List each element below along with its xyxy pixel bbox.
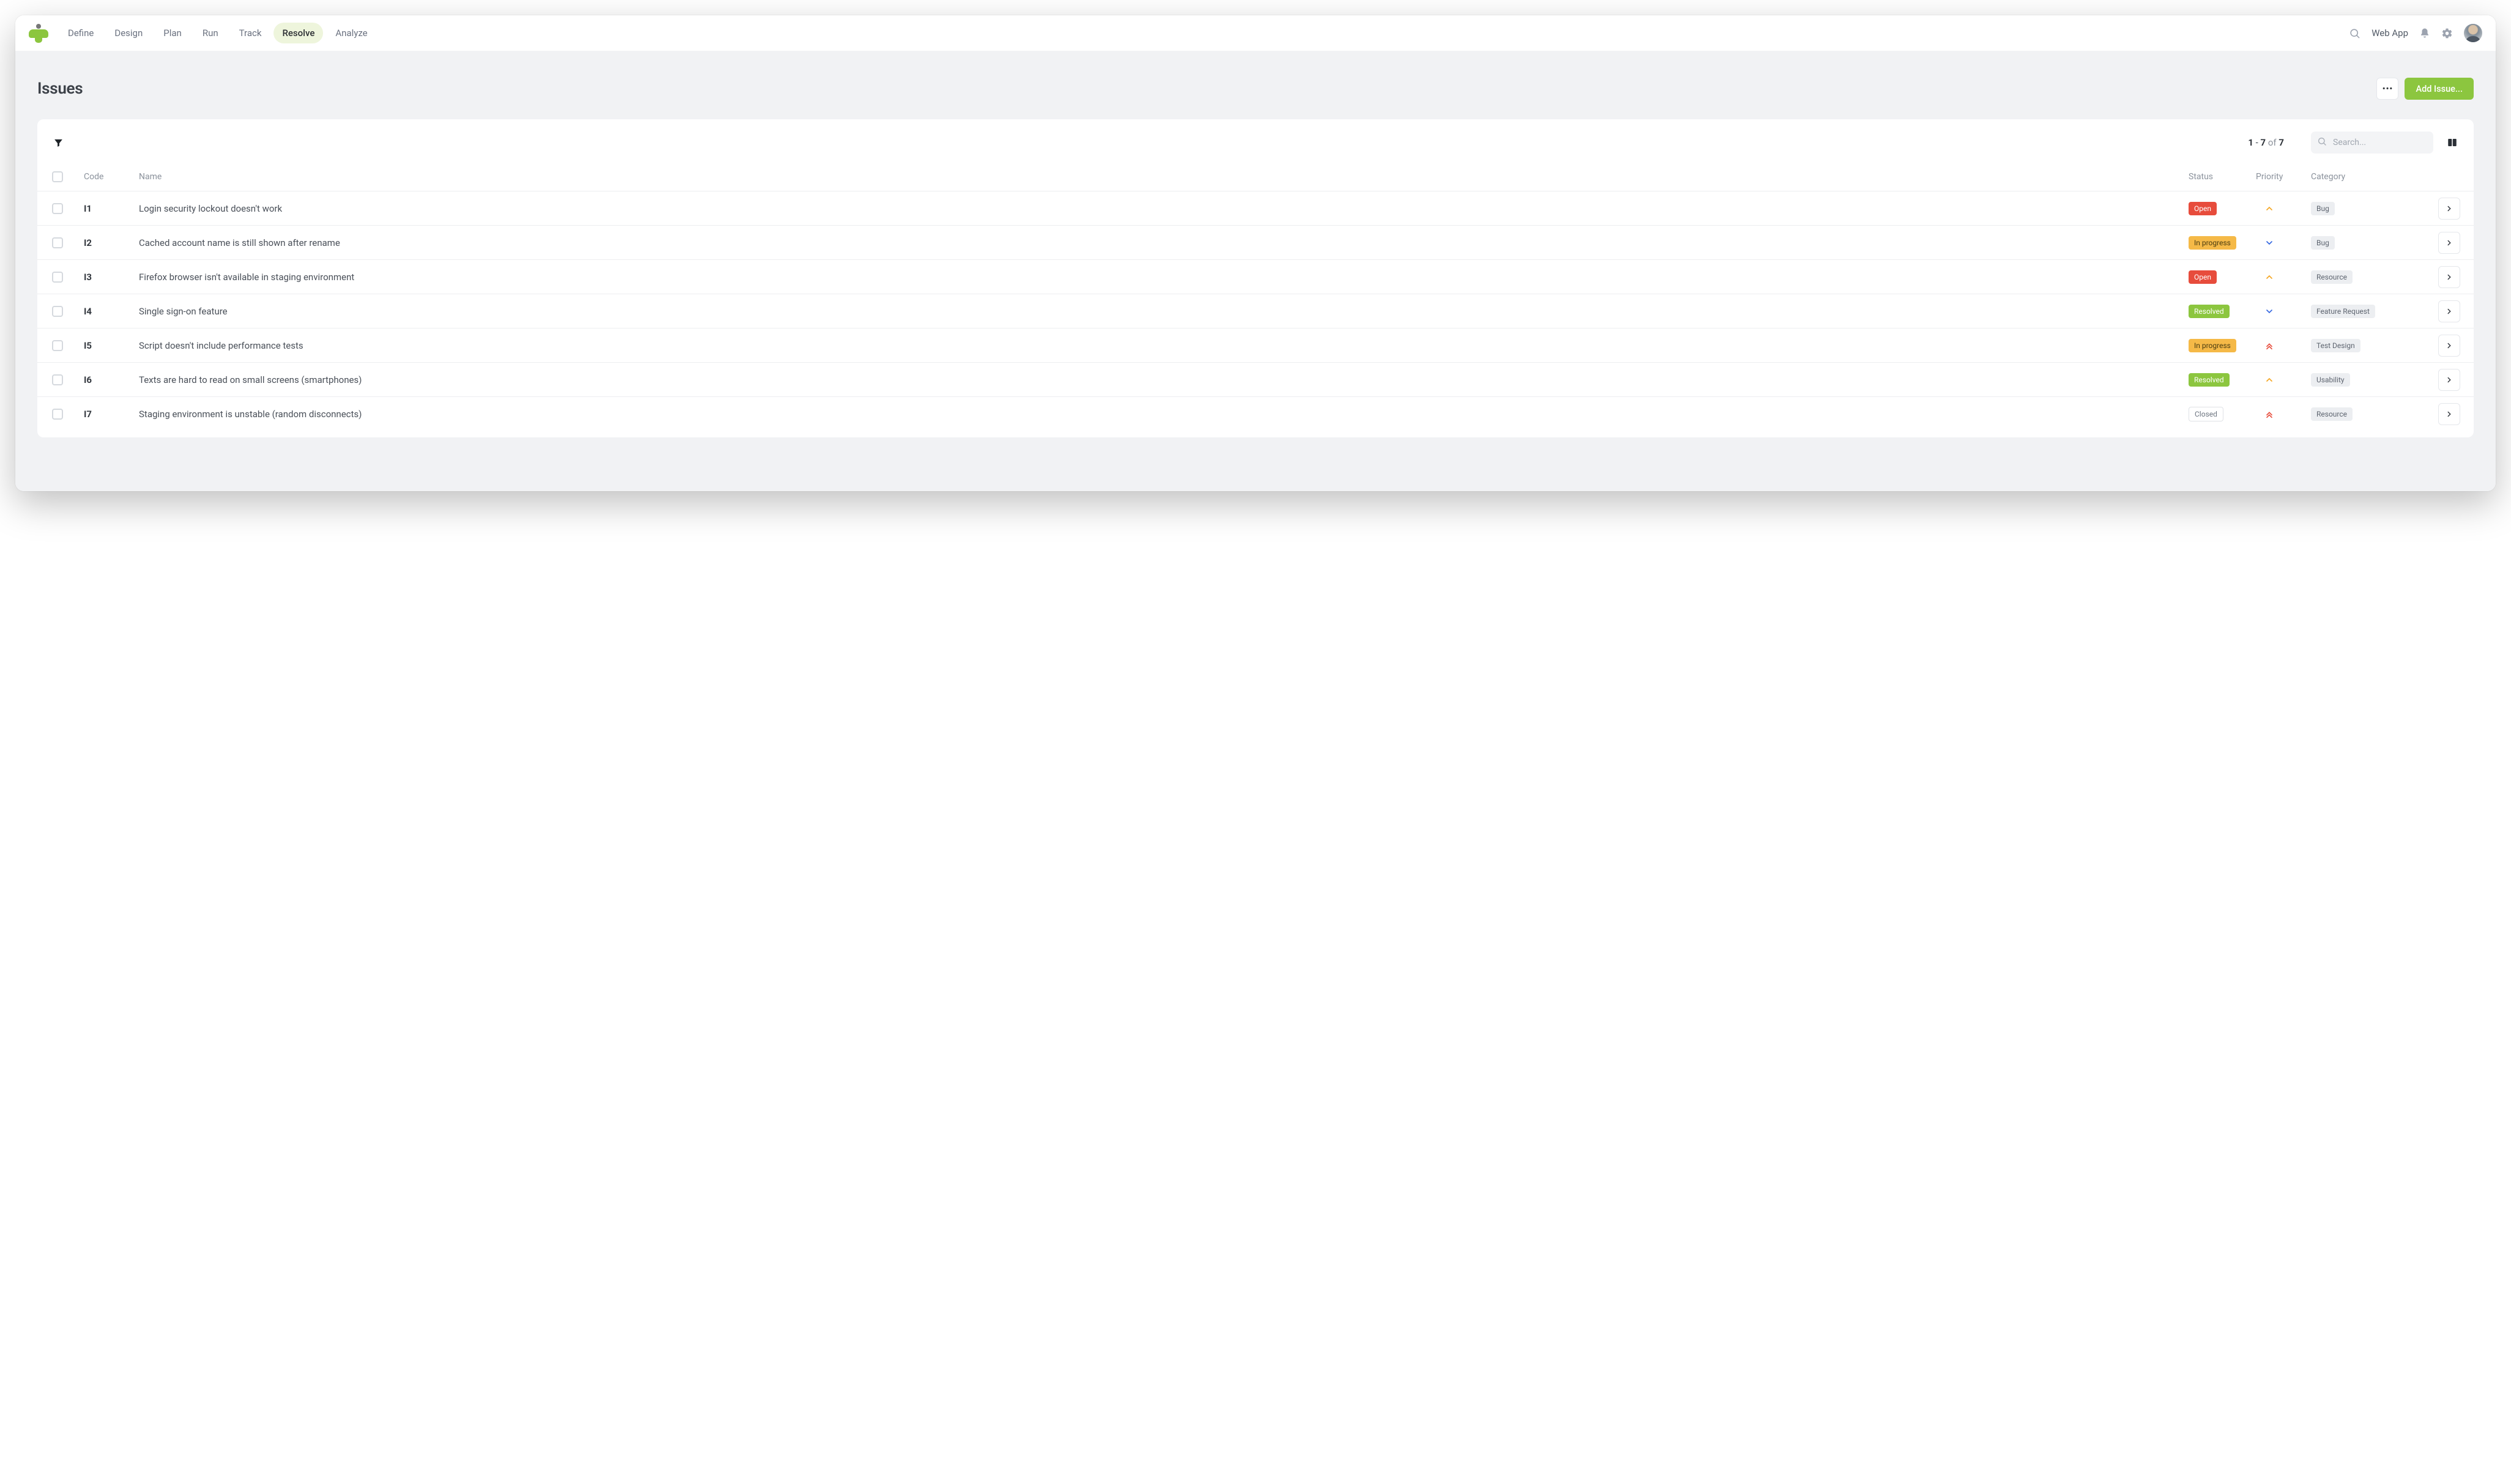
col-status[interactable]: Status — [2189, 172, 2256, 182]
table-row: I5Script doesn't include performance tes… — [37, 328, 2474, 363]
issue-code: I5 — [84, 340, 139, 351]
expand-row-button[interactable] — [2438, 232, 2460, 254]
row-checkbox[interactable] — [52, 409, 63, 420]
row-checkbox[interactable] — [52, 237, 63, 248]
priority-icon — [2256, 272, 2311, 282]
row-checkbox[interactable] — [52, 203, 63, 214]
issues-table: Code Name Status Priority Category I1Log… — [37, 162, 2474, 437]
category-tag: Feature Request — [2311, 305, 2375, 318]
page-header: Issues ••• Add Issue... — [37, 78, 2474, 100]
search-icon — [2317, 136, 2327, 149]
priority-icon — [2256, 409, 2311, 419]
expand-row-button[interactable] — [2438, 335, 2460, 357]
issue-name[interactable]: Script doesn't include performance tests — [139, 340, 2189, 351]
issue-code: I2 — [84, 237, 139, 248]
status-badge: In progress — [2189, 236, 2236, 250]
search-wrap — [2311, 132, 2433, 154]
select-all-checkbox[interactable] — [52, 171, 63, 182]
issue-code: I7 — [84, 409, 139, 420]
header-right: Web App — [2349, 24, 2482, 42]
app-logo — [29, 24, 48, 42]
expand-row-button[interactable] — [2438, 403, 2460, 425]
status-badge: Resolved — [2189, 305, 2230, 318]
expand-row-button[interactable] — [2438, 198, 2460, 220]
category-tag: Resource — [2311, 270, 2353, 284]
issue-code: I4 — [84, 306, 139, 317]
category-tag: Resource — [2311, 407, 2353, 421]
more-actions-button[interactable]: ••• — [2376, 78, 2398, 100]
row-checkbox[interactable] — [52, 340, 63, 351]
col-code[interactable]: Code — [84, 172, 139, 182]
top-header: DefineDesignPlanRunTrackResolveAnalyze W… — [15, 15, 2496, 51]
issue-name[interactable]: Single sign-on feature — [139, 306, 2189, 317]
issue-name[interactable]: Texts are hard to read on small screens … — [139, 374, 2189, 385]
nav-item-plan[interactable]: Plan — [155, 23, 190, 43]
priority-icon — [2256, 204, 2311, 213]
main-nav: DefineDesignPlanRunTrackResolveAnalyze — [59, 23, 376, 43]
filter-icon[interactable] — [53, 138, 64, 148]
priority-icon — [2256, 341, 2311, 351]
page-body: Issues ••• Add Issue... 1 - 7 of 7 — [15, 51, 2496, 491]
app-window: DefineDesignPlanRunTrackResolveAnalyze W… — [15, 15, 2496, 491]
row-checkbox[interactable] — [52, 374, 63, 385]
category-tag: Test Design — [2311, 339, 2360, 352]
nav-item-track[interactable]: Track — [231, 23, 270, 43]
priority-icon — [2256, 306, 2311, 316]
expand-row-button[interactable] — [2438, 300, 2460, 322]
issue-code: I1 — [84, 203, 139, 214]
issue-name[interactable]: Cached account name is still shown after… — [139, 237, 2189, 248]
expand-row-button[interactable] — [2438, 266, 2460, 288]
expand-row-button[interactable] — [2438, 369, 2460, 391]
avatar[interactable] — [2464, 24, 2482, 42]
status-badge: Open — [2189, 202, 2217, 215]
table-row: I7Staging environment is unstable (rando… — [37, 397, 2474, 437]
row-checkbox[interactable] — [52, 272, 63, 283]
nav-item-resolve[interactable]: Resolve — [273, 23, 323, 43]
status-badge: Closed — [2189, 407, 2223, 421]
table-row: I6Texts are hard to read on small screen… — [37, 363, 2474, 397]
priority-icon — [2256, 375, 2311, 385]
nav-item-define[interactable]: Define — [59, 23, 102, 43]
issue-code: I6 — [84, 374, 139, 385]
row-checkbox[interactable] — [52, 306, 63, 317]
nav-item-analyze[interactable]: Analyze — [327, 23, 376, 43]
nav-item-design[interactable]: Design — [106, 23, 151, 43]
category-tag: Bug — [2311, 202, 2335, 215]
issue-name[interactable]: Login security lockout doesn't work — [139, 203, 2189, 214]
table-row: I1Login security lockout doesn't workOpe… — [37, 191, 2474, 226]
add-issue-button[interactable]: Add Issue... — [2405, 78, 2474, 100]
search-icon[interactable] — [2349, 28, 2360, 39]
status-badge: In progress — [2189, 339, 2236, 352]
bell-icon[interactable] — [2419, 28, 2430, 39]
page-title: Issues — [37, 80, 83, 98]
search-input[interactable] — [2311, 132, 2433, 154]
issues-card: 1 - 7 of 7 — [37, 119, 2474, 437]
gear-icon[interactable] — [2441, 28, 2453, 39]
issue-code: I3 — [84, 272, 139, 283]
category-tag: Bug — [2311, 236, 2335, 250]
category-tag: Usability — [2311, 373, 2350, 387]
table-row: I4Single sign-on featureResolved Feature … — [37, 294, 2474, 328]
pagination-count: 1 - 7 of 7 — [2248, 137, 2284, 148]
project-selector[interactable]: Web App — [2372, 28, 2408, 39]
issue-name[interactable]: Firefox browser isn't available in stagi… — [139, 272, 2189, 283]
issue-name[interactable]: Staging environment is unstable (random … — [139, 409, 2189, 420]
table-row: I3Firefox browser isn't available in sta… — [37, 260, 2474, 294]
nav-item-run[interactable]: Run — [194, 23, 227, 43]
status-badge: Open — [2189, 270, 2217, 284]
toolbar: 1 - 7 of 7 — [37, 119, 2474, 162]
columns-icon[interactable] — [2447, 137, 2458, 148]
table-row: I2Cached account name is still shown aft… — [37, 226, 2474, 260]
col-category[interactable]: Category — [2311, 172, 2421, 182]
status-badge: Resolved — [2189, 373, 2230, 387]
col-name[interactable]: Name — [139, 172, 2189, 182]
priority-icon — [2256, 238, 2311, 248]
table-header: Code Name Status Priority Category — [37, 162, 2474, 191]
col-priority[interactable]: Priority — [2256, 172, 2311, 182]
